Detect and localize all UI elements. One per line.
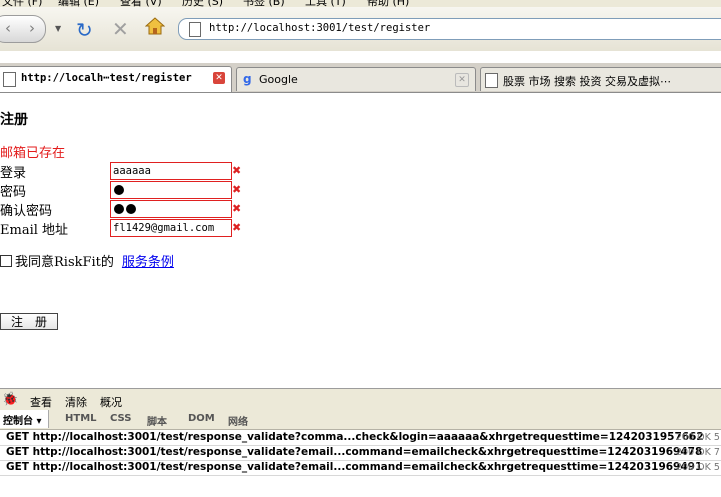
- reload-icon[interactable]: ↻: [76, 18, 93, 42]
- confirm-password-label: 确认密码: [0, 204, 53, 219]
- agree-row: 我同意RiskFit的 服务条例: [0, 251, 174, 270]
- agree-checkbox[interactable]: [0, 255, 12, 267]
- page-title: 注册: [0, 112, 28, 128]
- log-status: 200 OK 5: [676, 432, 720, 443]
- email-label: Email 地址: [0, 223, 69, 238]
- tab-strip: http://localh⋯test/register ✕ g Google ✕…: [0, 63, 721, 93]
- firebug-toolbar: 🐞 查看 清除 概况: [0, 388, 721, 411]
- password-label: 密码: [0, 185, 27, 200]
- email-row: Email 地址 fl1429@gmail.com ✖: [0, 219, 260, 238]
- close-tab-icon[interactable]: ✕: [213, 72, 225, 84]
- close-tab-icon[interactable]: ✕: [455, 73, 469, 87]
- tab-google[interactable]: g Google ✕: [236, 67, 476, 91]
- register-button[interactable]: 注 册: [0, 313, 58, 330]
- tab-stocks[interactable]: 股票 市场 搜索 投资 交易及虚拟⋯: [480, 67, 721, 91]
- firebug-icon[interactable]: 🐞: [2, 392, 18, 407]
- back-arrow-icon[interactable]: ‹: [5, 19, 11, 37]
- url-text: http://localhost:3001/test/register: [209, 22, 431, 34]
- invalid-icon: ✖: [232, 164, 242, 177]
- tab-net[interactable]: 网络: [228, 413, 248, 428]
- console-log: GET http://localhost:3001/test/response_…: [0, 430, 721, 497]
- log-request: GET http://localhost:3001/test/response_…: [6, 431, 704, 443]
- tab-dom[interactable]: DOM: [188, 413, 215, 424]
- tab-script[interactable]: 脚本: [147, 413, 167, 428]
- log-row[interactable]: GET http://localhost:3001/test/response_…: [0, 445, 721, 461]
- inspect-button[interactable]: 查看: [30, 394, 52, 410]
- log-status: 200 OK 7: [676, 447, 720, 458]
- page-icon: [189, 22, 201, 37]
- agree-text: 我同意RiskFit的: [15, 255, 114, 270]
- clear-button[interactable]: 清除: [65, 394, 87, 410]
- error-message: 邮箱已存在: [0, 146, 66, 161]
- confirm-password-row: 确认密码 ✖: [0, 200, 260, 219]
- password-input[interactable]: [110, 181, 232, 199]
- navigation-toolbar: ‹ › ▼ ↻ ✕ http://localhost:3001/test/reg…: [0, 7, 721, 51]
- tab-label: Google: [259, 73, 298, 86]
- firebug-tabs: 控制台 ▾ HTML CSS 脚本 DOM 网络: [0, 410, 721, 430]
- terms-link[interactable]: 服务条例: [122, 255, 174, 270]
- confirm-password-input[interactable]: [110, 200, 232, 218]
- address-bar[interactable]: http://localhost:3001/test/register: [178, 18, 721, 40]
- log-row[interactable]: GET http://localhost:3001/test/response_…: [0, 460, 721, 476]
- page-content: 注册 邮箱已存在 登录 aaaaaa ✖ 密码 ✖ 确认密码 ✖ Email 地…: [0, 93, 721, 387]
- log-request: GET http://localhost:3001/test/response_…: [6, 461, 703, 473]
- google-icon: g: [243, 72, 252, 86]
- home-icon[interactable]: [144, 17, 166, 38]
- back-forward-buttons: ‹ ›: [0, 15, 46, 43]
- tab-css[interactable]: CSS: [110, 413, 131, 424]
- login-label: 登录: [0, 166, 27, 181]
- log-row[interactable]: GET http://localhost:3001/test/response_…: [0, 430, 721, 446]
- invalid-icon: ✖: [232, 202, 242, 215]
- history-dropdown-icon[interactable]: ▼: [55, 24, 61, 33]
- profile-button[interactable]: 概况: [100, 394, 122, 410]
- invalid-icon: ✖: [232, 221, 242, 234]
- email-input[interactable]: fl1429@gmail.com: [110, 219, 232, 237]
- menu-bar: 文件 (F) 编辑 (E) 查看 (V) 历史 (S) 书签 (B) 工具 (T…: [0, 0, 721, 8]
- tab-register[interactable]: http://localh⋯test/register ✕: [0, 66, 232, 92]
- tab-label: http://localh⋯test/register: [21, 72, 192, 84]
- page-icon: [3, 72, 16, 87]
- stop-icon[interactable]: ✕: [112, 17, 129, 41]
- page-icon: [485, 73, 498, 88]
- password-row: 密码 ✖: [0, 181, 260, 200]
- tab-label: 股票 市场 搜索 投资 交易及虚拟⋯: [503, 75, 671, 88]
- login-row: 登录 aaaaaa ✖: [0, 162, 260, 181]
- login-input[interactable]: aaaaaa: [110, 162, 232, 180]
- forward-arrow-icon[interactable]: ›: [29, 19, 35, 37]
- invalid-icon: ✖: [232, 183, 242, 196]
- tab-html[interactable]: HTML: [65, 413, 97, 424]
- tab-console[interactable]: 控制台 ▾: [0, 410, 49, 428]
- log-status: 200 OK 5: [676, 462, 720, 473]
- log-request: GET http://localhost:3001/test/response_…: [6, 446, 703, 458]
